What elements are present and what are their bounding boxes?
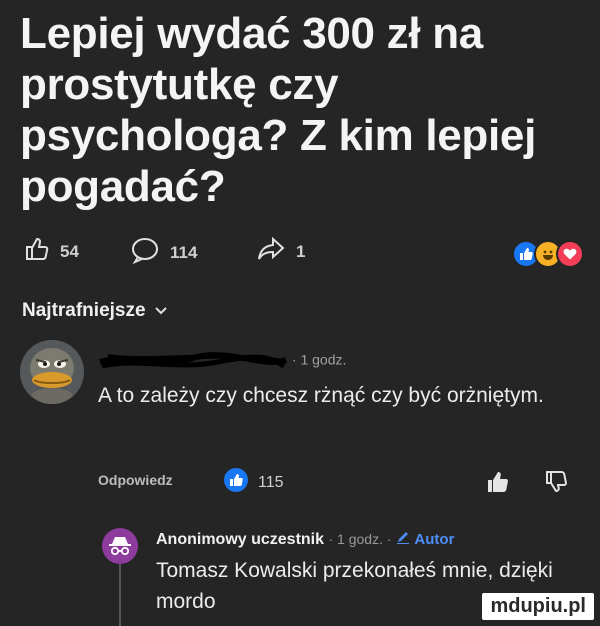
duck-avatar-icon	[20, 340, 84, 404]
like-stat[interactable]: 54	[24, 236, 79, 267]
post-stats: 54 114 1	[24, 236, 584, 276]
reply-button[interactable]: Odpowiedz	[98, 472, 173, 488]
anonymous-avatar[interactable]	[102, 528, 138, 564]
comment-like-count[interactable]: 115	[224, 468, 284, 497]
thumb-up-icon	[488, 472, 508, 492]
reply-author[interactable]: Anonimowy uczestnik	[156, 531, 324, 548]
chevron-down-icon	[154, 300, 168, 322]
sort-dropdown[interactable]: Najtrafniejsze	[22, 300, 168, 322]
redacted-name-scribble	[99, 352, 287, 369]
comment-text: A to zależy czy chcesz rżnąć czy być orż…	[98, 384, 544, 407]
reply-meta: Anonimowy uczestnik · 1 godz. · Autor	[156, 530, 596, 549]
like-count: 54	[60, 241, 79, 261]
thumb-up-icon	[24, 236, 50, 267]
like-count-value: 115	[258, 473, 284, 491]
share-stat[interactable]: 1	[256, 236, 305, 267]
reply-time: · 1 godz. ·	[328, 531, 392, 547]
thread-line	[119, 560, 121, 626]
chat-bubble-icon	[130, 236, 160, 269]
like-button[interactable]	[486, 470, 510, 499]
pencil-icon	[396, 531, 414, 548]
avatar[interactable]	[20, 340, 84, 404]
comment-actions: Odpowiedz 115	[98, 468, 568, 498]
share-arrow-icon	[256, 236, 286, 267]
love-reaction-icon	[556, 240, 584, 268]
watermark: mdupiu.pl	[482, 593, 594, 620]
incognito-icon	[109, 537, 131, 556]
share-count: 1	[296, 241, 306, 261]
comment-stat[interactable]: 114	[130, 236, 197, 269]
author-badge: Autor	[414, 531, 455, 548]
sort-label: Najtrafniejsze	[22, 300, 146, 321]
dislike-button[interactable]	[544, 470, 568, 499]
comment-meta: · 1 godz.	[98, 350, 346, 372]
reactions-summary[interactable]	[512, 240, 584, 268]
thumb-down-icon	[546, 471, 567, 493]
post-title: Lepiej wydać 300 zł na prostytutkę czy p…	[20, 9, 537, 211]
comment-count: 114	[170, 242, 198, 262]
like-reaction-icon	[224, 468, 248, 497]
comment-time: · 1 godz.	[291, 351, 347, 368]
